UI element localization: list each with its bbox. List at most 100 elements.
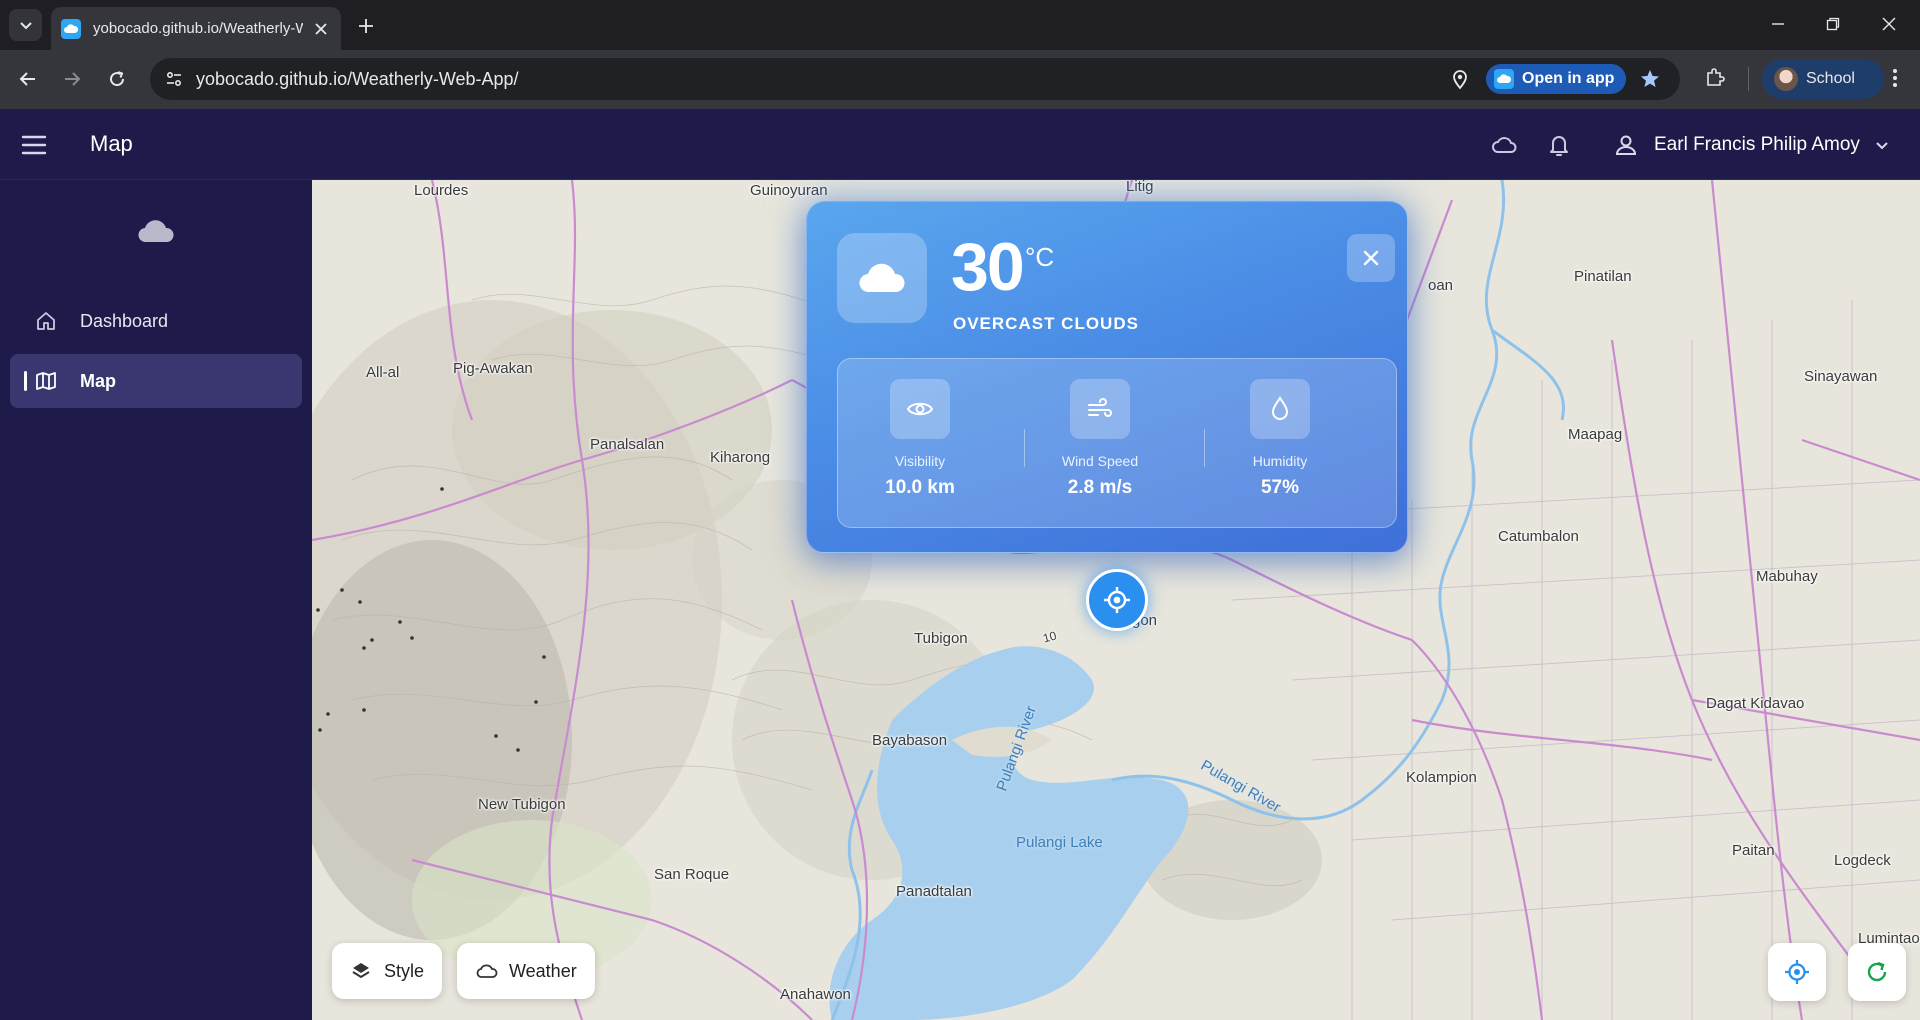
open-in-app-label: Open in app (1522, 70, 1615, 87)
tab-search-button[interactable] (9, 9, 42, 41)
map-place-label: Pig-Awakan (453, 360, 533, 377)
profile-button[interactable]: School (1762, 59, 1884, 99)
visibility-stat: Visibility 10.0 km (850, 379, 990, 499)
new-tab-button[interactable] (352, 12, 380, 40)
map-place-label: Tubigon (914, 630, 968, 647)
close-card-button[interactable] (1347, 234, 1395, 282)
my-location-button[interactable] (1768, 943, 1826, 1001)
cloud-logo-icon (136, 216, 176, 246)
sidebar: Dashboard Map (0, 180, 312, 1020)
arrow-right-icon (65, 72, 81, 86)
chevron-down-icon (1872, 135, 1892, 155)
bookmark-star-icon[interactable] (1638, 67, 1662, 91)
sidebar-item-map[interactable]: Map (10, 354, 302, 408)
minimize-icon (1772, 23, 1784, 25)
stat-value: 57% (1260, 477, 1300, 498)
map-icon (34, 369, 58, 393)
location-marker[interactable] (1086, 569, 1148, 631)
browser-tab[interactable]: yobocado.github.io/Weatherly-Web-App/ (51, 7, 341, 50)
map-place-label: Bayabason (872, 732, 948, 749)
map-place-label: Paitan (1732, 842, 1775, 859)
map-place-label: Kiharong (710, 449, 771, 466)
url-text[interactable]: yobocado.github.io/Weatherly-Web-App/ (196, 58, 519, 100)
layers-icon (350, 960, 372, 982)
stat-divider (1204, 429, 1205, 467)
tab-close-icon[interactable] (311, 19, 331, 39)
close-window-button[interactable] (1866, 6, 1912, 42)
reload-button[interactable] (101, 63, 133, 95)
forward-button[interactable] (56, 63, 88, 95)
open-in-app-button[interactable]: Open in app (1486, 64, 1627, 94)
map-place-label: Kolampion (1406, 769, 1477, 786)
sidebar-item-label: Dashboard (80, 310, 169, 331)
map-place-label: New Tubigon (478, 796, 566, 813)
map-place-label: San Roque (654, 866, 730, 883)
map-place-label: Mabuhay (1756, 568, 1818, 585)
style-button-label: Style (384, 960, 425, 981)
sidebar-item-label: Map (80, 370, 116, 391)
map-place-label: Panadtalan (896, 883, 972, 900)
crosshair-icon (1104, 587, 1130, 613)
cloud-icon (837, 233, 927, 323)
stat-divider (1024, 429, 1025, 467)
address-bar[interactable]: yobocado.github.io/Weatherly-Web-App/ Op… (150, 58, 1680, 100)
browser-menu-button[interactable] (1880, 63, 1910, 93)
sidebar-item-dashboard[interactable]: Dashboard (10, 294, 302, 348)
map-place-label: Catumbalon (1498, 528, 1579, 545)
back-button[interactable] (12, 63, 44, 95)
arrow-left-icon (19, 72, 35, 86)
map-place-label: All-al (366, 364, 400, 381)
browser-toolbar: yobocado.github.io/Weatherly-Web-App/ Op… (0, 50, 1920, 109)
lake-label: Pulangi Lake (1016, 834, 1103, 851)
user-name: Earl Francis Philip Amoy (1654, 134, 1860, 155)
stat-label: Visibility (894, 453, 946, 469)
page-title: Map (90, 131, 133, 156)
minimize-button[interactable] (1755, 6, 1801, 42)
restore-icon (1826, 17, 1840, 31)
browser-tabstrip: yobocado.github.io/Weatherly-Web-App/ (0, 0, 1920, 50)
stat-value: 10.0 km (885, 477, 955, 498)
close-icon (1363, 250, 1379, 266)
restore-button[interactable] (1810, 6, 1856, 42)
puzzle-icon (1707, 68, 1725, 86)
map-place-label: Litig (1126, 180, 1154, 195)
map-place-label: Dagat Kidavao (1706, 695, 1805, 712)
temperature-value: 30 (951, 229, 1025, 305)
extensions-button[interactable] (1700, 63, 1730, 93)
site-info-icon[interactable] (158, 63, 190, 95)
toolbar-divider (1748, 67, 1749, 91)
weather-button-label: Weather (509, 960, 577, 981)
location-pin-icon[interactable] (1448, 67, 1472, 91)
refresh-button[interactable] (1848, 943, 1906, 1001)
map-place-label: Guinoyuran (750, 182, 828, 199)
map-place-label: Sinayawan (1804, 368, 1878, 385)
weatherly-app-icon (1494, 69, 1514, 89)
weather-condition: OVERCAST CLOUDS (953, 314, 1139, 333)
weather-stats-panel: Visibility 10.0 km Wind Speed 2.8 m/s Hu… (837, 358, 1397, 528)
map-place-label: Anahawon (780, 986, 851, 1003)
cloud-icon[interactable] (1490, 131, 1518, 159)
map-place-label: Pinatilan (1574, 268, 1632, 285)
eye-icon (890, 379, 950, 439)
user-icon (1612, 131, 1640, 159)
reload-icon (110, 71, 125, 87)
droplet-icon (1250, 379, 1310, 439)
tab-title: yobocado.github.io/Weatherly-Web-App/ (93, 20, 303, 37)
stat-label: Wind Speed (1061, 453, 1139, 469)
map-view[interactable]: Lourdes Guinoyuran Litig Pinatilan Pig-A… (312, 180, 1920, 1020)
wind-icon (1070, 379, 1130, 439)
menu-icon[interactable] (20, 132, 48, 158)
more-vertical-icon (1893, 69, 1897, 87)
close-icon (1882, 17, 1896, 31)
user-menu[interactable]: Earl Francis Philip Amoy (1612, 129, 1892, 161)
weather-card: 30 °C OVERCAST CLOUDS Visibility 10.0 km… (806, 201, 1408, 553)
crosshair-icon (1785, 960, 1809, 984)
style-button[interactable]: Style (332, 943, 443, 999)
plus-icon (359, 19, 373, 33)
home-icon (34, 309, 58, 333)
weather-button[interactable]: Weather (457, 943, 595, 999)
map-place-label: oan (1428, 277, 1454, 294)
bell-icon[interactable] (1545, 131, 1573, 159)
map-place-label: Maapag (1568, 426, 1623, 443)
weatherly-favicon-icon (61, 18, 81, 39)
